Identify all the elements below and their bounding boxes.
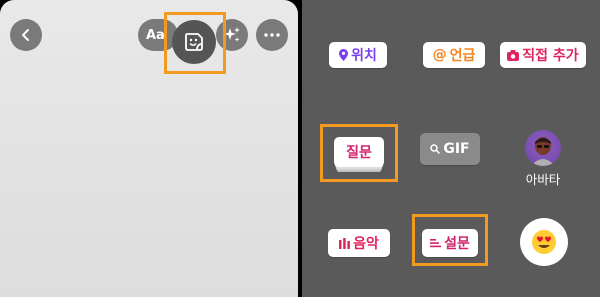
gif-sticker[interactable]: GIF bbox=[420, 133, 480, 165]
location-pin-icon bbox=[339, 49, 349, 61]
poll-sticker-highlight bbox=[412, 214, 488, 266]
add-yours-sticker[interactable]: 직접 추가 bbox=[500, 42, 586, 68]
avatar-image bbox=[525, 130, 561, 166]
gif-sticker-label: GIF bbox=[443, 141, 470, 157]
mention-sticker-label: 언급 bbox=[449, 48, 476, 64]
back-button[interactable] bbox=[10, 19, 42, 51]
search-icon bbox=[430, 144, 441, 154]
question-sticker-highlight bbox=[320, 124, 398, 182]
chevron-left-icon bbox=[22, 29, 29, 41]
mention-sticker[interactable]: @ 언급 bbox=[423, 42, 485, 68]
avatar-figure-icon bbox=[531, 137, 555, 166]
more-horizontal-icon bbox=[264, 33, 280, 37]
music-sticker-label: 음악 bbox=[353, 236, 379, 252]
location-sticker-label: 위치 bbox=[351, 48, 377, 64]
more-options-button[interactable] bbox=[256, 19, 288, 51]
story-editor: Aa bbox=[0, 0, 298, 297]
heart-eyes-emoji-icon bbox=[532, 230, 556, 254]
location-sticker[interactable]: 위치 bbox=[329, 42, 387, 68]
text-tool-label: Aa bbox=[146, 27, 165, 43]
emoji-slider-sticker[interactable] bbox=[520, 218, 568, 266]
camera-icon bbox=[507, 49, 520, 61]
add-yours-sticker-label: 직접 추가 bbox=[522, 48, 579, 64]
music-bars-icon bbox=[339, 237, 351, 249]
at-sign-icon: @ bbox=[432, 47, 447, 63]
avatar-sticker[interactable]: 아바타 bbox=[520, 130, 566, 188]
sticker-button-highlight bbox=[164, 12, 226, 74]
sticker-tray: 위치 @ 언급 직접 추가 질문 GIF 아바타 음악 설문 bbox=[302, 0, 600, 297]
avatar-sticker-label: 아바타 bbox=[525, 172, 561, 187]
music-sticker[interactable]: 음악 bbox=[328, 229, 390, 257]
